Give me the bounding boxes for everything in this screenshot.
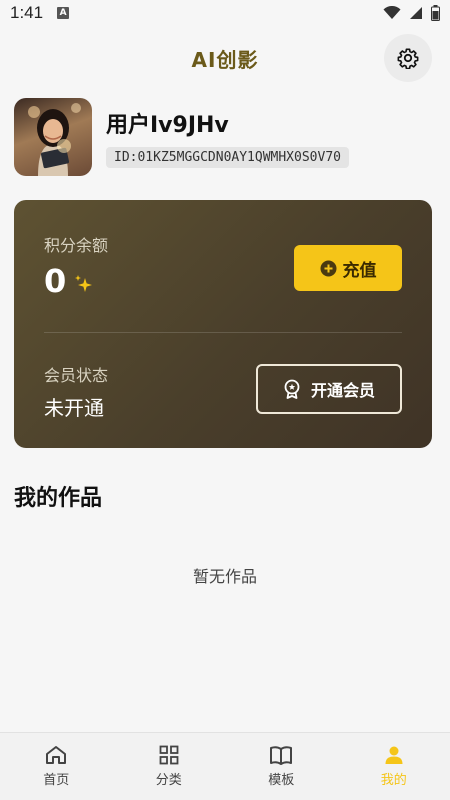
member-status-label: 会员状态 <box>44 366 109 385</box>
card-divider <box>44 332 402 333</box>
points-label: 积分余额 <box>44 236 109 255</box>
plus-circle-icon <box>320 260 336 276</box>
nav-item-templates[interactable]: 模板 <box>225 733 338 800</box>
gear-icon <box>397 48 419 69</box>
points-value: 0 <box>44 262 67 300</box>
avatar-image <box>28 103 81 176</box>
nav-label: 模板 <box>268 773 295 788</box>
profile-info: 用户Iv9JHv ID:01KZ5MGGCDN0AY1QWMHX0S0V70 <box>106 107 349 168</box>
app-bar: AI创影 <box>0 26 450 90</box>
activate-vip-button[interactable]: 开通会员 <box>256 364 402 414</box>
avatar[interactable] <box>14 98 92 176</box>
recharge-button[interactable]: 充值 <box>294 245 402 291</box>
home-icon <box>46 746 67 764</box>
notification-icon: A <box>57 7 70 19</box>
nav-label: 首页 <box>43 773 70 788</box>
wallet-card: 积分余额 0 充值 会员状态 未开通 开通会员 <box>14 200 432 448</box>
medal-icon <box>284 379 300 399</box>
book-icon <box>270 746 293 765</box>
user-id-badge[interactable]: ID:01KZ5MGGCDN0AY1QWMHX0S0V70 <box>106 146 349 168</box>
bottom-nav: 首页 分类 模板 我的 <box>0 732 450 800</box>
settings-button[interactable] <box>384 34 432 82</box>
nav-item-home[interactable]: 首页 <box>0 733 113 800</box>
sparkle-icon <box>75 275 93 292</box>
nav-label: 我的 <box>380 773 407 788</box>
vip-button-label: 开通会员 <box>310 381 375 400</box>
nav-label: 分类 <box>155 773 182 788</box>
wifi-icon <box>383 6 401 19</box>
points-balance: 0 <box>44 262 94 300</box>
status-icons <box>383 5 440 21</box>
username: 用户Iv9JHv <box>106 112 229 138</box>
profile-section: 用户Iv9JHv ID:01KZ5MGGCDN0AY1QWMHX0S0V70 <box>14 97 436 177</box>
page-title: AI创影 <box>191 47 259 72</box>
battery-icon <box>431 5 440 21</box>
member-status-value: 未开通 <box>44 396 104 420</box>
status-bar: 1:41 A <box>0 0 450 26</box>
recharge-label: 充值 <box>342 260 377 281</box>
signal-icon <box>410 7 422 19</box>
empty-works-text: 暂无作品 <box>192 567 257 586</box>
grid-icon <box>159 745 179 765</box>
my-works-title: 我的作品 <box>14 486 103 511</box>
user-icon <box>385 746 403 764</box>
nav-item-mine[interactable]: 我的 <box>338 733 450 800</box>
status-time: 1:41 <box>10 3 44 22</box>
nav-item-category[interactable]: 分类 <box>113 733 226 800</box>
